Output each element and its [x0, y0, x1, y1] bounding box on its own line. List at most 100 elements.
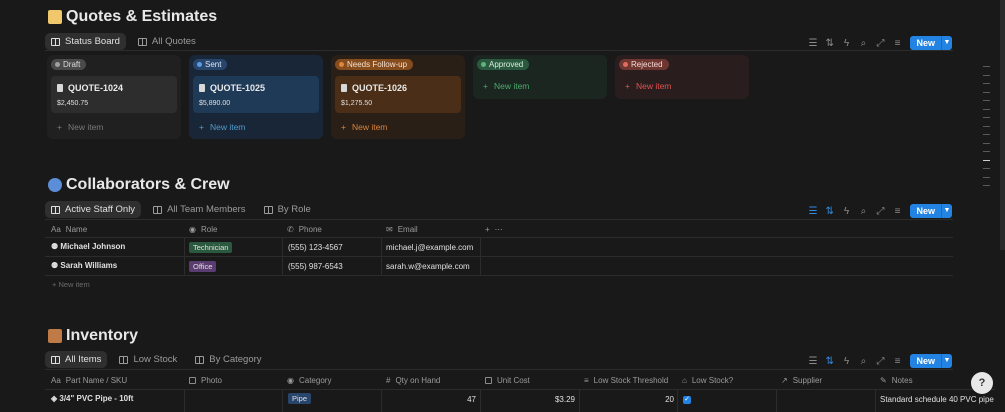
filter-icon[interactable]: ☰: [808, 206, 817, 217]
new-item-button[interactable]: + New item: [341, 122, 387, 132]
new-item-button[interactable]: + New item: [483, 81, 529, 91]
new-item-button[interactable]: + New item: [57, 122, 103, 132]
tab-active-staff-only[interactable]: Active Staff Only: [45, 201, 142, 218]
search-icon[interactable]: ⌕: [859, 38, 867, 49]
role-tag[interactable]: Office: [189, 261, 217, 272]
column-header-unit-cost[interactable]: Unit Cost: [485, 376, 530, 385]
table-row-name[interactable]: ◈ 3/4" PVC Pipe - 10ft: [51, 394, 133, 403]
automation-icon[interactable]: ϟ: [842, 206, 850, 217]
image-icon: [189, 377, 196, 384]
divider: [45, 219, 953, 220]
expand-icon[interactable]: ⤢: [876, 206, 884, 217]
column-header-role[interactable]: ◉ Role: [189, 225, 217, 234]
help-button[interactable]: ?: [971, 372, 993, 394]
sort-icon[interactable]: ⇅: [825, 38, 833, 49]
column-draft: Draft QUOTE-1024 $2,450.75 + New item: [47, 55, 181, 139]
quotes-views: Status Board All Quotes: [45, 33, 202, 50]
search-icon[interactable]: ⌕: [859, 356, 867, 367]
settings-icon[interactable]: ≡: [893, 38, 901, 49]
tab-all-team-members[interactable]: All Team Members: [147, 201, 252, 218]
qty-cell[interactable]: 47: [386, 395, 476, 404]
column-header-part-name[interactable]: Aa Part Name / SKU: [51, 376, 127, 385]
inventory-toolbar: ☰ ⇅ ϟ ⌕ ⤢ ≡ New ▼: [808, 354, 952, 368]
new-item-button[interactable]: + New item: [199, 122, 245, 132]
sort-icon[interactable]: ⇅: [825, 356, 833, 367]
column-header-photo[interactable]: Photo: [189, 376, 222, 385]
plus-icon: +: [625, 81, 630, 91]
new-row-button[interactable]: + New item: [52, 280, 90, 289]
text-property-icon: Aa: [51, 225, 61, 234]
email-cell[interactable]: sarah.w@example.com: [386, 262, 470, 271]
filter-icon[interactable]: ☰: [808, 356, 817, 367]
settings-icon[interactable]: ≡: [893, 206, 901, 217]
new-inventory-button[interactable]: New ▼: [910, 354, 952, 368]
threshold-cell[interactable]: 20: [584, 395, 674, 404]
tab-all-quotes[interactable]: All Quotes: [132, 33, 202, 50]
phone-cell[interactable]: (555) 123-4567: [288, 243, 343, 252]
person-icon: ⚉: [51, 242, 61, 251]
low-stock-checkbox[interactable]: ✓: [683, 394, 691, 404]
tab-status-board[interactable]: Status Board: [45, 33, 126, 50]
expand-icon[interactable]: ⤢: [876, 38, 884, 49]
column-header-low-stock[interactable]: ⌂ Low Stock?: [682, 376, 733, 385]
column-header-email[interactable]: ✉ Email: [386, 225, 418, 234]
chevron-down-icon[interactable]: ▼: [941, 354, 952, 368]
tab-low-stock[interactable]: Low Stock: [113, 351, 183, 368]
tab-by-category[interactable]: By Category: [189, 351, 267, 368]
column-approved: Approved + New item: [473, 55, 607, 99]
relation-icon: ↗: [781, 376, 788, 385]
status-pill-sent: Sent: [193, 59, 228, 70]
column-header-notes[interactable]: ✎ Notes: [880, 376, 913, 385]
crew-toolbar: ☰ ⇅ ϟ ⌕ ⤢ ≡ New ▼: [808, 204, 952, 218]
new-crew-button[interactable]: New ▼: [910, 204, 952, 218]
quotes-toolbar: ☰ ⇅ ϟ ⌕ ⤢ ≡ New ▼: [808, 36, 952, 50]
column-needs-follow-up: Needs Follow-up QUOTE-1026 $1,275.50 + Ne…: [331, 55, 465, 139]
sort-icon[interactable]: ⇅: [825, 206, 833, 217]
quote-card[interactable]: QUOTE-1025 $5,890.00: [193, 76, 319, 113]
document-icon: [57, 84, 63, 92]
section-title-inventory: Inventory: [48, 327, 138, 345]
new-quote-button[interactable]: New ▼: [910, 36, 952, 50]
chevron-down-icon[interactable]: ▼: [941, 36, 952, 50]
unit-cost-cell[interactable]: $3.29: [485, 395, 575, 404]
email-cell[interactable]: michael.j@example.com: [386, 243, 473, 252]
crew-views: Active Staff Only All Team Members By Ro…: [45, 201, 317, 218]
column-rejected: Rejected + New item: [615, 55, 749, 99]
column-header-supplier[interactable]: ↗ Supplier: [781, 376, 822, 385]
status-pill-draft: Draft: [51, 59, 87, 70]
divider: [45, 256, 953, 257]
new-item-button[interactable]: + New item: [625, 81, 671, 91]
add-property-button[interactable]: + ⋯: [485, 225, 503, 234]
table-row-name[interactable]: ⚉ Michael Johnson: [51, 242, 125, 251]
list-icon: ≡: [584, 376, 589, 385]
table-row-name[interactable]: ⚉ Sarah Williams: [51, 261, 117, 270]
column-header-category[interactable]: ◉ Category: [287, 376, 331, 385]
more-icon[interactable]: ⋯: [495, 225, 503, 234]
search-icon[interactable]: ⌕: [859, 206, 867, 217]
notes-cell[interactable]: Standard schedule 40 PVC pipe: [880, 395, 994, 404]
column-header-phone[interactable]: ✆ Phone: [287, 225, 322, 234]
quote-card[interactable]: QUOTE-1024 $2,450.75: [51, 76, 177, 113]
section-title-crew: Collaborators & Crew: [48, 176, 230, 194]
quote-card[interactable]: QUOTE-1026 $1,275.50: [335, 76, 461, 113]
column-header-name[interactable]: Aa Name: [51, 225, 87, 234]
table-of-contents[interactable]: [983, 66, 990, 194]
automation-icon[interactable]: ϟ: [842, 356, 850, 367]
tab-by-role[interactable]: By Role: [258, 201, 317, 218]
column-header-qty[interactable]: # Qty on Hand: [386, 376, 440, 385]
settings-icon[interactable]: ≡: [893, 356, 901, 367]
filter-icon[interactable]: ☰: [808, 38, 817, 49]
number-icon: [485, 377, 492, 384]
tab-all-items[interactable]: All Items: [45, 351, 108, 368]
automation-icon[interactable]: ϟ: [842, 38, 850, 49]
select-property-icon: ◉: [287, 376, 294, 385]
category-tag[interactable]: Pipe: [288, 393, 312, 404]
status-pill-rejected: Rejected: [619, 59, 669, 70]
scrollbar[interactable]: [1000, 0, 1005, 250]
column-header-threshold[interactable]: ≡ Low Stock Threshold: [584, 376, 668, 385]
package-emoji-icon: [48, 329, 62, 343]
role-tag[interactable]: Technician: [189, 242, 233, 253]
phone-cell[interactable]: (555) 987-6543: [288, 262, 343, 271]
expand-icon[interactable]: ⤢: [876, 356, 884, 367]
chevron-down-icon[interactable]: ▼: [941, 204, 952, 218]
